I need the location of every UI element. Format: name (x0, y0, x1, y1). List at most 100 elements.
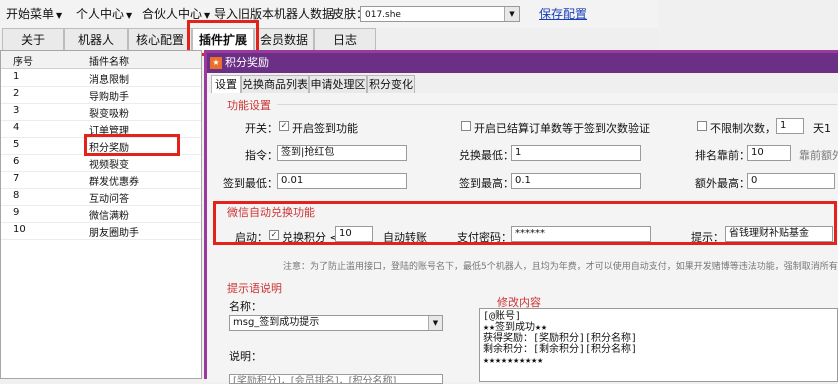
min-redeem-label: 兑换最低： (459, 149, 514, 162)
plugin-row[interactable]: 8 互动问答 (1, 188, 201, 206)
signin-checkbox[interactable]: ✓ (279, 121, 289, 131)
auto-redeem-highlight (213, 201, 837, 245)
min-redeem-value: 1 (515, 147, 522, 158)
plugin-index: 2 (13, 88, 20, 99)
plugin-name: 互动问答 (89, 194, 129, 205)
tab-robot[interactable]: 机器人 (64, 28, 128, 50)
plugin-row[interactable]: 9 微信满粉 (1, 205, 201, 223)
plugin-index: 6 (13, 156, 20, 167)
tab-about[interactable]: 关于 (2, 28, 64, 50)
points-reward-highlight (84, 134, 180, 156)
tab-request-area[interactable]: 申请处理区 (309, 75, 367, 93)
unlimited-checkbox[interactable] (697, 121, 707, 131)
dialog-title: 积分奖励 (225, 56, 269, 69)
chevron-down-icon: ▼ (56, 11, 63, 20)
extra-max-input[interactable]: 0 (747, 173, 835, 189)
skin-value: 017.she (365, 10, 401, 20)
desc-label: 说明： (229, 350, 262, 363)
name-label: 名称： (229, 300, 262, 313)
plugin-row[interactable]: 3 裂变吸粉 (1, 103, 201, 121)
tab-redeem-goods[interactable]: 兑换商品列表 (241, 75, 309, 93)
plugin-index: 1 (13, 71, 20, 82)
rank-spinner[interactable]: 10 (747, 145, 791, 161)
desc-field: [奖励积分]，[会员排名]，[积分名称] (229, 374, 443, 384)
col-index-header: 序号 (13, 57, 33, 68)
chevron-down-icon: ▼ (126, 11, 133, 20)
start-menu-label: 开始菜单 (6, 7, 55, 21)
min-redeem-input[interactable]: 1 (511, 145, 641, 161)
command-value: 签到|抢红包 (281, 147, 335, 158)
prompt-name-select[interactable]: msg_签到成功提示 ▼ (229, 315, 443, 331)
plugin-index: 5 (13, 139, 20, 150)
rank-note: 靠前额外 (799, 149, 838, 162)
signin-max-input[interactable]: 0.1 (511, 173, 641, 189)
tab-settings[interactable]: 设置 (211, 75, 241, 93)
plugin-index: 8 (13, 190, 20, 201)
rank-label: 排名靠前： (695, 149, 750, 162)
prompt-name-value: msg_签到成功提示 (233, 317, 320, 328)
content-line: ★★★★★★★★★★ (483, 355, 544, 366)
plugin-row[interactable]: 1 消息限制 (1, 69, 201, 87)
plugin-index: 10 (13, 224, 26, 235)
plugin-row[interactable]: 7 群发优惠券 (1, 171, 201, 189)
plugin-name: 朋友圈助手 (89, 228, 139, 239)
settled-orders-checkbox[interactable] (461, 121, 471, 131)
signin-max-label: 签到最高： (459, 177, 514, 190)
plugin-name: 消息限制 (89, 75, 129, 86)
plugin-name: 群发优惠券 (89, 177, 139, 188)
plugin-index: 4 (13, 122, 20, 133)
chevron-down-icon[interactable]: ▼ (428, 316, 442, 330)
start-menu[interactable]: 开始菜单 ▼ (6, 0, 62, 28)
plugin-row[interactable]: 6 视频裂变 (1, 154, 201, 172)
tab-member-data[interactable]: 会员数据 (254, 28, 314, 50)
times-spinner[interactable]: 1 (776, 118, 804, 134)
function-settings-title: 功能设置 (227, 99, 271, 112)
signin-checkbox-label: 开启签到功能 (292, 122, 358, 135)
rank-value: 10 (751, 147, 764, 158)
save-config-link[interactable]: 保存配置 (539, 0, 587, 28)
tab-log[interactable]: 日志 (314, 28, 376, 50)
modify-content-textarea[interactable]: [@账号] ★★签到成功★★ 获得奖励：[奖励积分][积分名称] 剩余积分：[剩… (479, 308, 838, 382)
tab-points-change[interactable]: 积分变化 (367, 75, 415, 93)
plugin-name: 视频裂变 (89, 160, 129, 171)
chevron-down-icon[interactable]: ▼ (504, 7, 519, 21)
times-value: 1 (780, 120, 787, 131)
tab-core-config[interactable]: 核心配置 (128, 28, 192, 50)
content-line: 剩余积分：[剩余积分][积分名称] (483, 344, 638, 355)
plugin-list: 序号 插件名称 1 消息限制 2 导购助手 3 裂变吸粉 4 订单管理 5 积分奖励 6视… (0, 50, 202, 379)
signin-min-value: 0.01 (281, 175, 304, 186)
per-day-label: 天1 (813, 122, 831, 135)
notice-text: 注意：为了防止滥用接口，登陆的账号名下，最低5个机器人，且均为年费，才可以使用自… (283, 262, 838, 272)
settled-orders-label: 开启已结算订单数等于签到次数验证 (474, 122, 650, 135)
signin-min-input[interactable]: 0.01 (277, 173, 407, 189)
plugin-name: 微信满粉 (89, 211, 129, 222)
extra-max-label: 额外最高： (695, 177, 750, 190)
main-tabs: 关于 机器人 核心配置 插件扩展 会员数据 日志 (0, 28, 658, 50)
dialog-title-bar: ★ 积分奖励 (207, 53, 838, 73)
plugin-name: 裂变吸粉 (89, 109, 129, 120)
menubar: 开始菜单 ▼ 个人中心 ▼ 合伙人中心 ▼ 导入旧版本机器人数据 皮肤： 017.sh… (0, 0, 658, 29)
dialog-tabs: 设置 兑换商品列表 申请处理区 积分变化 (207, 73, 838, 94)
content-line: [@账号] (483, 311, 522, 322)
command-input[interactable]: 签到|抢红包 (277, 145, 407, 161)
skin-select[interactable]: 017.she ▼ (360, 6, 520, 22)
extra-max-value: 0 (751, 175, 758, 186)
col-name-header: 插件名称 (89, 57, 129, 68)
plugin-row[interactable]: 10 朋友圈助手 (1, 222, 201, 240)
content-line: ★★签到成功★★ (483, 322, 548, 333)
divider (277, 104, 837, 105)
signin-max-value: 0.1 (515, 175, 531, 186)
command-label: 指令： (245, 149, 278, 162)
personal-center-menu[interactable]: 个人中心 ▼ (76, 0, 132, 28)
plugin-list-header: 序号 插件名称 (1, 51, 201, 69)
personal-center-label: 个人中心 (76, 7, 125, 21)
plugin-name: 导购助手 (89, 92, 129, 103)
app-icon: ★ (210, 57, 222, 69)
plugin-index: 9 (13, 207, 20, 218)
partner-center-label: 合伙人中心 (142, 7, 203, 21)
signin-min-label: 签到最低： (223, 177, 278, 190)
prompt-section-title: 提示语说明 (227, 282, 282, 295)
content-line: 获得奖励：[奖励积分][积分名称] (483, 333, 638, 344)
plugin-row[interactable]: 2 导购助手 (1, 86, 201, 104)
chevron-down-icon: ▼ (204, 11, 211, 20)
